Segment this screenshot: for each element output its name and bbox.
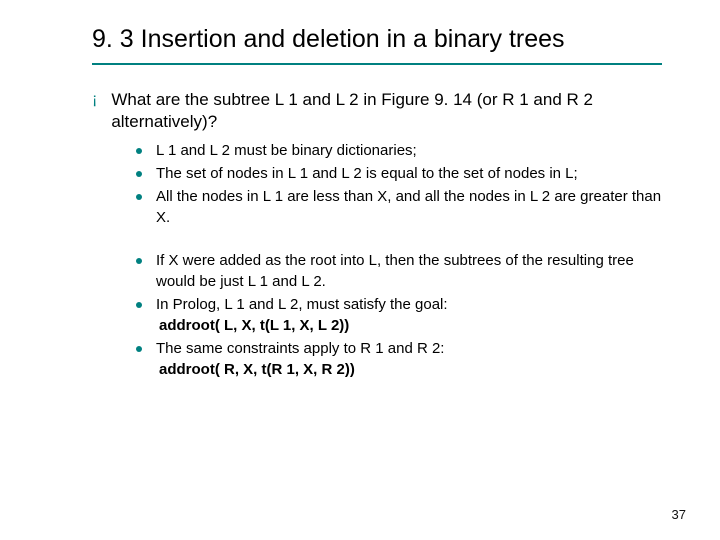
dot-bullet-icon <box>136 148 142 154</box>
list-item: The same constraints apply to R 1 and R … <box>136 338 662 380</box>
dot-bullet-icon <box>136 171 142 177</box>
list-item-text: All the nodes in L 1 are less than X, an… <box>156 186 662 228</box>
list-item: If X were added as the root into L, then… <box>136 250 662 292</box>
list-item-text: In Prolog, L 1 and L 2, must satisfy the… <box>156 294 448 336</box>
code-line: addroot( R, X, t(R 1, X, R 2)) <box>159 361 355 378</box>
dot-bullet-icon <box>136 346 142 352</box>
circle-bullet-icon: ¡ <box>92 89 97 111</box>
dot-bullet-icon <box>136 258 142 264</box>
list-item-text: The same constraints apply to R 1 and R … <box>156 338 444 380</box>
list-item-line: In Prolog, L 1 and L 2, must satisfy the… <box>156 296 448 313</box>
list-item-text: If X were added as the root into L, then… <box>156 250 662 292</box>
list-item-text: The set of nodes in L 1 and L 2 is equal… <box>156 163 578 184</box>
list-item: All the nodes in L 1 are less than X, an… <box>136 186 662 228</box>
list-item: In Prolog, L 1 and L 2, must satisfy the… <box>136 294 662 336</box>
code-line: addroot( L, X, t(L 1, X, L 2)) <box>159 317 349 334</box>
list-item-line: The same constraints apply to R 1 and R … <box>156 340 444 357</box>
page-number: 37 <box>672 507 686 522</box>
sublist-group-1: L 1 and L 2 must be binary dictionaries;… <box>136 140 662 228</box>
list-item: L 1 and L 2 must be binary dictionaries; <box>136 140 662 161</box>
dot-bullet-icon <box>136 302 142 308</box>
sublist-group-2: If X were added as the root into L, then… <box>136 250 662 380</box>
dot-bullet-icon <box>136 194 142 200</box>
list-item-text: L 1 and L 2 must be binary dictionaries; <box>156 140 417 161</box>
bullet-level1: ¡ What are the subtree L 1 and L 2 in Fi… <box>92 89 662 135</box>
slide: 9. 3 Insertion and deletion in a binary … <box>0 0 720 540</box>
slide-title: 9. 3 Insertion and deletion in a binary … <box>92 24 662 65</box>
list-item: The set of nodes in L 1 and L 2 is equal… <box>136 163 662 184</box>
question-text: What are the subtree L 1 and L 2 in Figu… <box>111 89 662 135</box>
